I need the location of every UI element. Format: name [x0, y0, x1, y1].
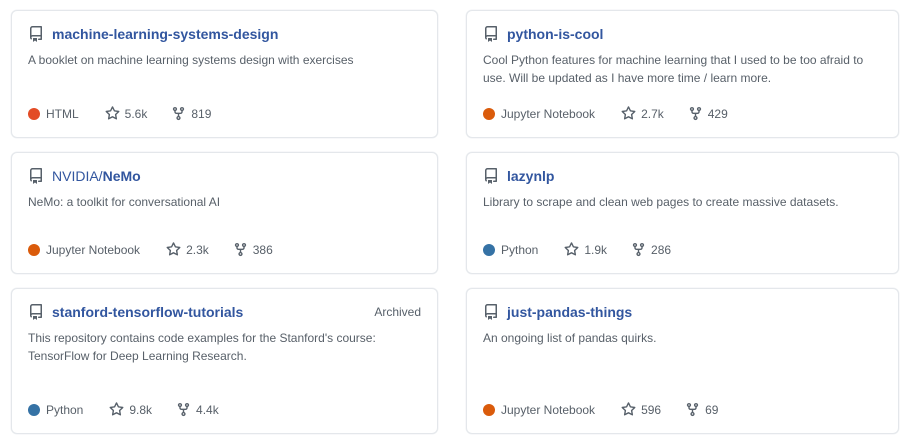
fork-count: 4.4k — [196, 403, 219, 417]
fork-count: 69 — [705, 403, 718, 417]
language-dot — [28, 108, 40, 120]
language-group: Jupyter Notebook — [28, 243, 140, 257]
repo-card: python-is-cool Archived Cool Python feat… — [466, 10, 899, 138]
language-label: HTML — [46, 107, 79, 121]
stars-link[interactable]: 5.6k — [105, 106, 148, 121]
language-group: Jupyter Notebook — [483, 107, 595, 121]
star-icon — [621, 106, 636, 121]
pinned-repositories-grid: machine-learning-systems-design Archived… — [0, 0, 912, 434]
repo-card: stanford-tensorflow-tutorials Archived T… — [11, 288, 438, 434]
star-icon — [621, 402, 636, 417]
repo-description: NeMo: a toolkit for conversational AI — [28, 193, 421, 211]
forks-link[interactable]: 4.4k — [176, 402, 219, 417]
fork-icon — [176, 402, 191, 417]
fork-icon — [685, 402, 700, 417]
stars-link[interactable]: 9.8k — [109, 402, 152, 417]
language-group: Python — [28, 403, 83, 417]
repo-name-link[interactable]: stanford-tensorflow-tutorials — [52, 304, 243, 320]
repo-card-header: lazynlp Archived — [483, 168, 882, 184]
stars-link[interactable]: 2.3k — [166, 242, 209, 257]
star-count: 5.6k — [125, 107, 148, 121]
repo-card-footer: Python 1.9k 286 — [483, 242, 882, 257]
repo-card: NVIDIA/NeMo Archived NeMo: a toolkit for… — [11, 152, 438, 274]
language-label: Jupyter Notebook — [501, 403, 595, 417]
language-dot — [28, 404, 40, 416]
repo-icon — [483, 168, 499, 184]
language-group: Python — [483, 243, 538, 257]
repo-name: just-pandas-things — [507, 304, 632, 320]
language-dot — [483, 404, 495, 416]
star-count: 2.7k — [641, 107, 664, 121]
repo-card-footer: Jupyter Notebook 2.3k 386 — [28, 242, 421, 257]
repo-card-header: machine-learning-systems-design Archived — [28, 26, 421, 42]
repo-name: stanford-tensorflow-tutorials — [52, 304, 243, 320]
forks-link[interactable]: 286 — [631, 242, 671, 257]
language-label: Jupyter Notebook — [501, 107, 595, 121]
repo-description: Cool Python features for machine learnin… — [483, 51, 882, 87]
repo-name-link[interactable]: python-is-cool — [507, 26, 603, 42]
fork-icon — [688, 106, 703, 121]
repo-description: An ongoing list of pandas quirks. — [483, 329, 882, 347]
forks-link[interactable]: 819 — [171, 106, 211, 121]
repo-name: machine-learning-systems-design — [52, 26, 278, 42]
language-label: Jupyter Notebook — [46, 243, 140, 257]
repo-icon — [28, 304, 44, 320]
repo-card-header: stanford-tensorflow-tutorials Archived — [28, 304, 421, 320]
repo-name: NeMo — [103, 168, 141, 184]
star-icon — [105, 106, 120, 121]
repo-icon — [483, 26, 499, 42]
repo-card: just-pandas-things Archived An ongoing l… — [466, 288, 899, 434]
fork-icon — [233, 242, 248, 257]
repo-name-link[interactable]: just-pandas-things — [507, 304, 632, 320]
star-count: 2.3k — [186, 243, 209, 257]
repo-card-header: just-pandas-things Archived — [483, 304, 882, 320]
repo-icon — [483, 304, 499, 320]
stars-link[interactable]: 1.9k — [564, 242, 607, 257]
fork-icon — [171, 106, 186, 121]
repo-icon — [28, 168, 44, 184]
repo-name-link[interactable]: NVIDIA/NeMo — [52, 168, 141, 184]
repo-description: Library to scrape and clean web pages to… — [483, 193, 882, 211]
fork-icon — [631, 242, 646, 257]
forks-link[interactable]: 69 — [685, 402, 718, 417]
repo-name: python-is-cool — [507, 26, 603, 42]
repo-name-link[interactable]: lazynlp — [507, 168, 554, 184]
language-dot — [483, 244, 495, 256]
star-count: 9.8k — [129, 403, 152, 417]
repo-card-header: python-is-cool Archived — [483, 26, 882, 42]
fork-count: 286 — [651, 243, 671, 257]
archived-badge: Archived — [374, 305, 421, 319]
repo-card-footer: Jupyter Notebook 2.7k 429 — [483, 106, 882, 121]
language-group: Jupyter Notebook — [483, 403, 595, 417]
repo-name-link[interactable]: machine-learning-systems-design — [52, 26, 278, 42]
star-count: 596 — [641, 403, 661, 417]
language-label: Python — [501, 243, 538, 257]
forks-link[interactable]: 386 — [233, 242, 273, 257]
language-dot — [483, 108, 495, 120]
star-icon — [166, 242, 181, 257]
language-group: HTML — [28, 107, 79, 121]
fork-count: 429 — [708, 107, 728, 121]
repo-owner: NVIDIA/ — [52, 168, 103, 184]
stars-link[interactable]: 2.7k — [621, 106, 664, 121]
repo-description: A booklet on machine learning systems de… — [28, 51, 421, 69]
repo-icon — [28, 26, 44, 42]
repo-card: machine-learning-systems-design Archived… — [11, 10, 438, 138]
language-dot — [28, 244, 40, 256]
repo-card-header: NVIDIA/NeMo Archived — [28, 168, 421, 184]
fork-count: 819 — [191, 107, 211, 121]
star-icon — [564, 242, 579, 257]
forks-link[interactable]: 429 — [688, 106, 728, 121]
language-label: Python — [46, 403, 83, 417]
repo-description: This repository contains code examples f… — [28, 329, 421, 365]
fork-count: 386 — [253, 243, 273, 257]
repo-card-footer: HTML 5.6k 819 — [28, 106, 421, 121]
repo-card: lazynlp Archived Library to scrape and c… — [466, 152, 899, 274]
repo-card-footer: Python 9.8k 4.4k — [28, 402, 421, 417]
stars-link[interactable]: 596 — [621, 402, 661, 417]
repo-card-footer: Jupyter Notebook 596 69 — [483, 402, 882, 417]
star-count: 1.9k — [584, 243, 607, 257]
star-icon — [109, 402, 124, 417]
repo-name: lazynlp — [507, 168, 554, 184]
